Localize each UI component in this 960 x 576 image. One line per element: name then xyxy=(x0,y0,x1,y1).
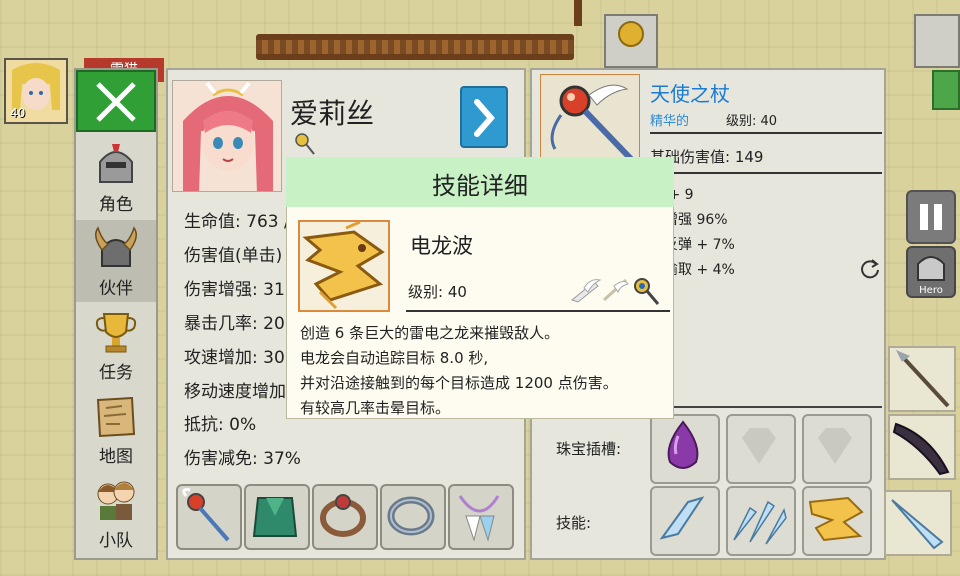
chevron-right-icon xyxy=(474,99,495,137)
pause-button[interactable] xyxy=(906,190,956,244)
stat-attack-speed: 攻速增加: 30 xyxy=(184,348,285,368)
side-inventory-item[interactable] xyxy=(884,490,952,556)
wooden-fence xyxy=(256,34,574,60)
skill-description-line: 并对沿途接触到的每个目标造成 1200 点伤害。 xyxy=(300,374,618,392)
angel-staff-icon xyxy=(550,84,634,162)
skill-description-line: 电龙会自动追踪目标 8.0 秒, xyxy=(300,349,489,367)
menu-item-label: 角色 xyxy=(99,195,133,215)
wing-sword-icon xyxy=(570,279,602,303)
knight-helmet-icon xyxy=(917,256,945,281)
item-quality: 精华的 xyxy=(650,114,690,129)
empty-gem-icon xyxy=(742,428,776,464)
divider xyxy=(646,172,882,174)
menu-item-character[interactable]: 角色 xyxy=(76,136,156,218)
skills-label: 技能: xyxy=(556,514,592,532)
lightning-dragon-skill-icon xyxy=(808,496,864,542)
item-level: 级别: 40 xyxy=(726,114,778,129)
ice-spikes-skill-icon xyxy=(733,500,787,545)
alice-portrait-icon xyxy=(173,81,281,191)
hero-button-label: Hero xyxy=(919,285,943,296)
item-image xyxy=(540,74,640,162)
menu-item-label: 伙伴 xyxy=(99,279,133,299)
horned-helmet-icon xyxy=(95,226,137,267)
side-inventory-item[interactable] xyxy=(888,346,956,412)
stone-pillar xyxy=(914,14,960,68)
side-inventory-item[interactable] xyxy=(888,414,956,480)
ice-lance-icon xyxy=(891,499,944,550)
equip-slot-ring[interactable] xyxy=(312,484,378,550)
menu-item-label: 地图 xyxy=(99,447,133,467)
scroll-map-icon xyxy=(96,396,136,438)
hero-button[interactable]: Hero xyxy=(906,246,956,298)
skill-image xyxy=(298,220,390,312)
trophy-icon xyxy=(95,313,137,353)
wooden-post xyxy=(574,0,582,26)
item-name: 天使之杖 xyxy=(650,82,730,106)
popup-title: 技能详细 xyxy=(432,172,528,200)
stone-pillar xyxy=(604,14,658,68)
stat-move-speed: 移动速度增加 xyxy=(184,382,286,402)
staff-icon xyxy=(182,488,230,542)
spear-icon xyxy=(896,350,950,408)
armor-icon xyxy=(252,497,298,537)
helmet-icon xyxy=(99,144,133,183)
refresh-icon[interactable] xyxy=(858,256,882,280)
stat-hp: 生命值: 763 / xyxy=(184,212,290,232)
gear-ornament-icon xyxy=(618,21,644,47)
equip-slot-accessory[interactable] xyxy=(448,484,514,550)
purple-gem-icon xyxy=(667,420,699,469)
party-icon xyxy=(97,481,135,520)
green-block xyxy=(932,70,960,110)
menu-item-map[interactable]: 地图 xyxy=(76,388,156,470)
hero-portrait-frame[interactable]: 40 xyxy=(4,58,68,124)
stat-resistance: 抵抗: 0% xyxy=(184,415,257,435)
divider xyxy=(406,310,670,312)
menu-item-party[interactable]: 小队 xyxy=(76,472,156,554)
gem-slot[interactable] xyxy=(650,414,720,484)
hero-level: 40 xyxy=(10,106,26,120)
menu-item-label: 任务 xyxy=(99,363,133,383)
menu-item-quests[interactable]: 任务 xyxy=(76,304,156,386)
skill-description-line: 有较高几率击晕目标。 xyxy=(300,399,451,417)
staff-small-icon xyxy=(634,278,660,305)
skill-slot[interactable] xyxy=(802,486,872,556)
lightning-dragon-icon xyxy=(302,220,385,310)
stat-damage-reduction: 伤害减免: 37% xyxy=(184,449,301,469)
gem-slot-empty[interactable] xyxy=(802,414,872,484)
skill-slot[interactable] xyxy=(650,486,720,556)
gem-slot-empty[interactable] xyxy=(726,414,796,484)
menu-item-companion[interactable]: 伙伴 xyxy=(76,220,156,302)
skill-description-line: 创造 6 条巨大的雷电之龙来摧毁敌人。 xyxy=(300,324,560,342)
stat-crit-chance: 暴击几率: 20 xyxy=(184,314,285,334)
stat-damage-boost: 伤害增强: 31 xyxy=(184,280,285,300)
ring-icon xyxy=(320,494,366,537)
divider xyxy=(650,132,882,134)
gem-slots-label: 珠宝插槽: xyxy=(556,440,622,458)
skill-name: 电龙波 xyxy=(410,234,473,258)
feather-wand-icon xyxy=(602,278,629,302)
band-icon xyxy=(387,496,435,536)
next-character-button[interactable] xyxy=(460,86,508,148)
menu-item-label: 小队 xyxy=(99,531,133,551)
staff-small-icon xyxy=(295,133,315,155)
feather-charm-icon xyxy=(458,495,500,542)
empty-gem-icon xyxy=(818,428,852,464)
pause-icon xyxy=(920,204,942,230)
close-button[interactable] xyxy=(76,70,156,132)
character-portrait xyxy=(172,80,282,192)
ice-shard-skill-icon xyxy=(659,496,705,540)
equip-slot-band[interactable] xyxy=(380,484,446,550)
dark-blade-icon xyxy=(892,422,950,476)
skill-level: 级别: 40 xyxy=(408,283,467,301)
equip-slot-weapon[interactable] xyxy=(176,484,242,550)
close-icon xyxy=(96,82,136,122)
equip-slot-armor[interactable] xyxy=(244,484,310,550)
skill-slot[interactable] xyxy=(726,486,796,556)
character-name: 爱莉丝 xyxy=(290,97,375,130)
stat-damage: 伤害值(单击) xyxy=(184,246,283,266)
